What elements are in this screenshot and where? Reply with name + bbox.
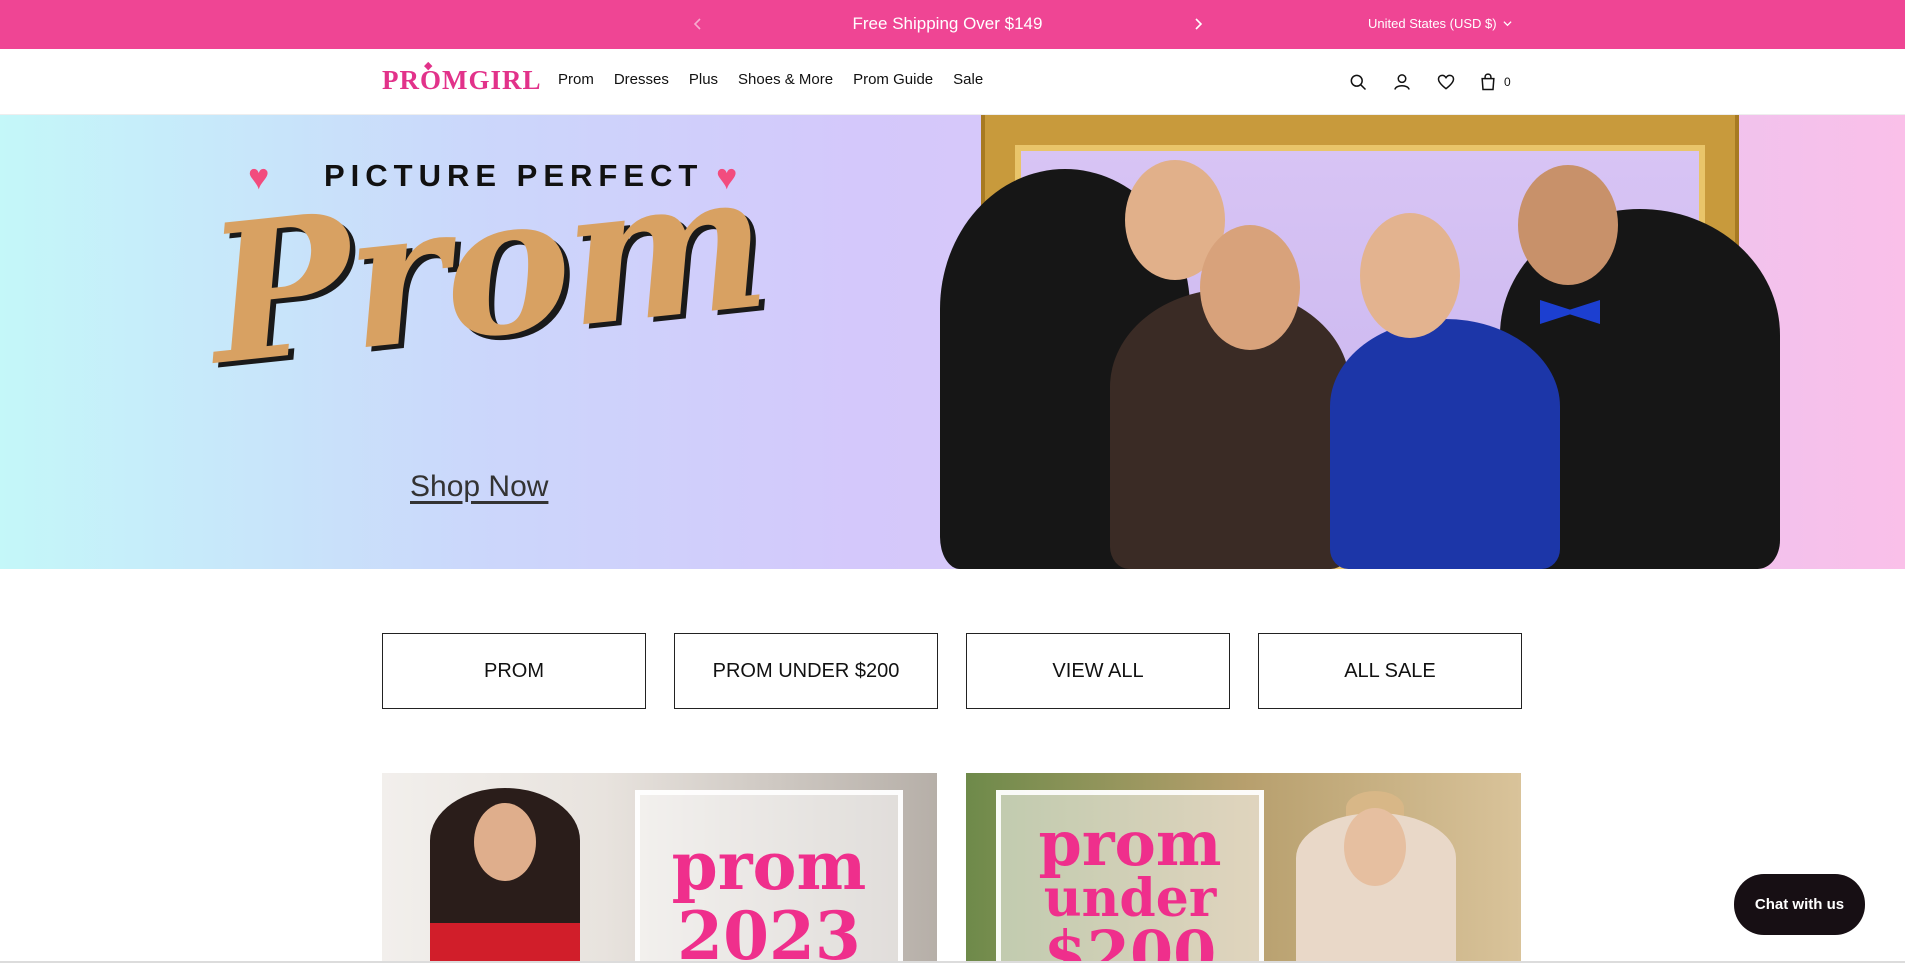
announcement-message[interactable]: Free Shipping Over $149 [740,14,1155,34]
promo-tile-prom-under-200[interactable]: prom under $200 [966,773,1521,963]
heart-icon [1437,74,1455,90]
shop-now-link[interactable]: Shop Now [410,470,548,504]
category-button-prom-under-200[interactable]: PROM UNDER $200 [674,633,938,709]
cart-count: 0 [1504,75,1511,89]
search-icon [1350,74,1367,91]
promo-tile-prom-2023[interactable]: prom 2023 [382,773,937,963]
user-icon [1394,74,1410,90]
currency-selector[interactable]: United States (USD $) [1368,16,1512,31]
hero-model-face [1518,165,1618,285]
logo-gem-icon: ◆ [424,60,434,72]
nav-item-dresses[interactable]: Dresses [614,71,669,88]
chevron-right-icon [1195,18,1203,30]
wishlist-button[interactable] [1434,70,1458,94]
hero-banner[interactable]: ♥ ♥ PICTURE PERFECT Prom Shop Now [0,115,1905,569]
tile-model-face [1344,808,1406,886]
cart-button[interactable]: 0 [1478,72,1511,92]
chat-with-us-button[interactable]: Chat with us [1734,874,1865,935]
site-header: ◆ PROMGIRL Prom Dresses Plus Shoes & Mor… [0,49,1905,115]
tile-model-face [474,803,536,881]
tile-model-dress [430,923,580,963]
search-button[interactable] [1346,70,1370,94]
tile-line-2: 2023 [677,897,861,963]
nav-item-shoes-more[interactable]: Shoes & More [738,71,833,88]
main-nav: Prom Dresses Plus Shoes & More Prom Guid… [558,71,983,88]
logo-text: PROMGIRL [382,65,542,95]
previous-announcement-button[interactable] [686,12,710,36]
category-buttons: PROM PROM UNDER $200 VIEW ALL ALL SALE [382,633,1522,709]
tile-line-1: prom [671,827,867,905]
nav-item-prom-guide[interactable]: Prom Guide [853,71,933,88]
tile-text-panel: prom under $200 [996,790,1264,963]
shopping-bag-icon [1481,73,1495,91]
hero-script-title: Prom [198,127,774,408]
header-actions: 0 [1346,70,1511,94]
currency-label: United States (USD $) [1368,16,1497,31]
category-button-all-sale[interactable]: ALL SALE [1258,633,1522,709]
nav-item-plus[interactable]: Plus [689,71,718,88]
hero-model-face [1200,225,1300,350]
next-announcement-button[interactable] [1186,12,1210,36]
tile-line-3: $200 [1043,917,1217,963]
category-button-view-all[interactable]: VIEW ALL [966,633,1230,709]
category-button-prom[interactable]: PROM [382,633,646,709]
hero-model-face [1360,213,1460,338]
announcement-bar: Free Shipping Over $149 United States (U… [0,0,1905,49]
nav-item-sale[interactable]: Sale [953,71,983,88]
account-button[interactable] [1390,70,1414,94]
chevron-down-icon [1503,21,1512,27]
nav-item-prom[interactable]: Prom [558,71,594,88]
tile-line-1: prom [1038,807,1222,880]
hero-model [1330,319,1560,569]
promgirl-logo[interactable]: ◆ PROMGIRL [382,60,542,96]
chevron-left-icon [693,18,701,30]
tile-text-panel: prom 2023 [635,790,903,963]
